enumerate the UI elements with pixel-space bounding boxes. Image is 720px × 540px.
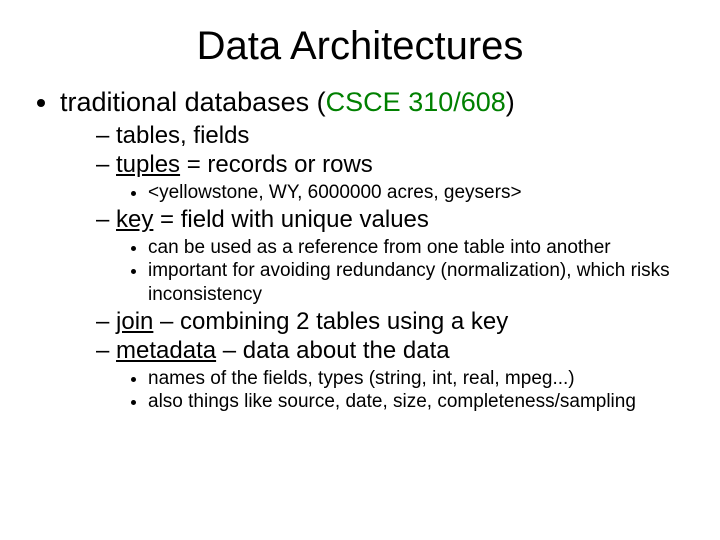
bullet-list-level-3: <yellowstone, WY, 6000000 acres, geysers… (114, 181, 700, 204)
sub-tuples: tuples = records or rows <yellowstone, W… (96, 151, 700, 204)
key-normalization-note: important for avoiding redundancy (norma… (148, 259, 700, 305)
bullet-list-level-1: traditional databases (CSCE 310/608) tab… (20, 87, 700, 413)
term-tuples: tuples (116, 151, 180, 178)
text-segment: traditional databases ( (60, 87, 326, 117)
text-segment: – data about the data (216, 337, 450, 364)
key-reference-note: can be used as a reference from one tabl… (148, 236, 700, 259)
metadata-source-note: also things like source, date, size, com… (148, 390, 700, 413)
course-code: CSCE 310/608 (326, 87, 506, 117)
sub-join: join – combining 2 tables using a key (96, 308, 700, 336)
example-tuple: <yellowstone, WY, 6000000 acres, geysers… (148, 181, 700, 204)
sub-key: key = field with unique values can be us… (96, 206, 700, 306)
bullet-list-level-3: names of the fields, types (string, int,… (114, 367, 700, 413)
bullet-list-level-3: can be used as a reference from one tabl… (114, 236, 700, 306)
term-key: key (116, 206, 153, 233)
bullet-list-level-2: tables, fields tuples = records or rows … (60, 122, 700, 413)
text-segment: = records or rows (180, 151, 373, 178)
sub-tables-fields: tables, fields (96, 122, 700, 150)
slide-title: Data Architectures (20, 24, 700, 69)
bullet-traditional-databases: traditional databases (CSCE 310/608) tab… (60, 87, 700, 413)
text-segment: – combining 2 tables using a key (153, 308, 508, 335)
text-segment: ) (506, 87, 515, 117)
sub-metadata: metadata – data about the data names of … (96, 337, 700, 413)
term-metadata: metadata (116, 337, 216, 364)
metadata-fields-note: names of the fields, types (string, int,… (148, 367, 700, 390)
slide: Data Architectures traditional databases… (0, 0, 720, 540)
text-segment: = field with unique values (153, 206, 429, 233)
term-join: join (116, 308, 153, 335)
